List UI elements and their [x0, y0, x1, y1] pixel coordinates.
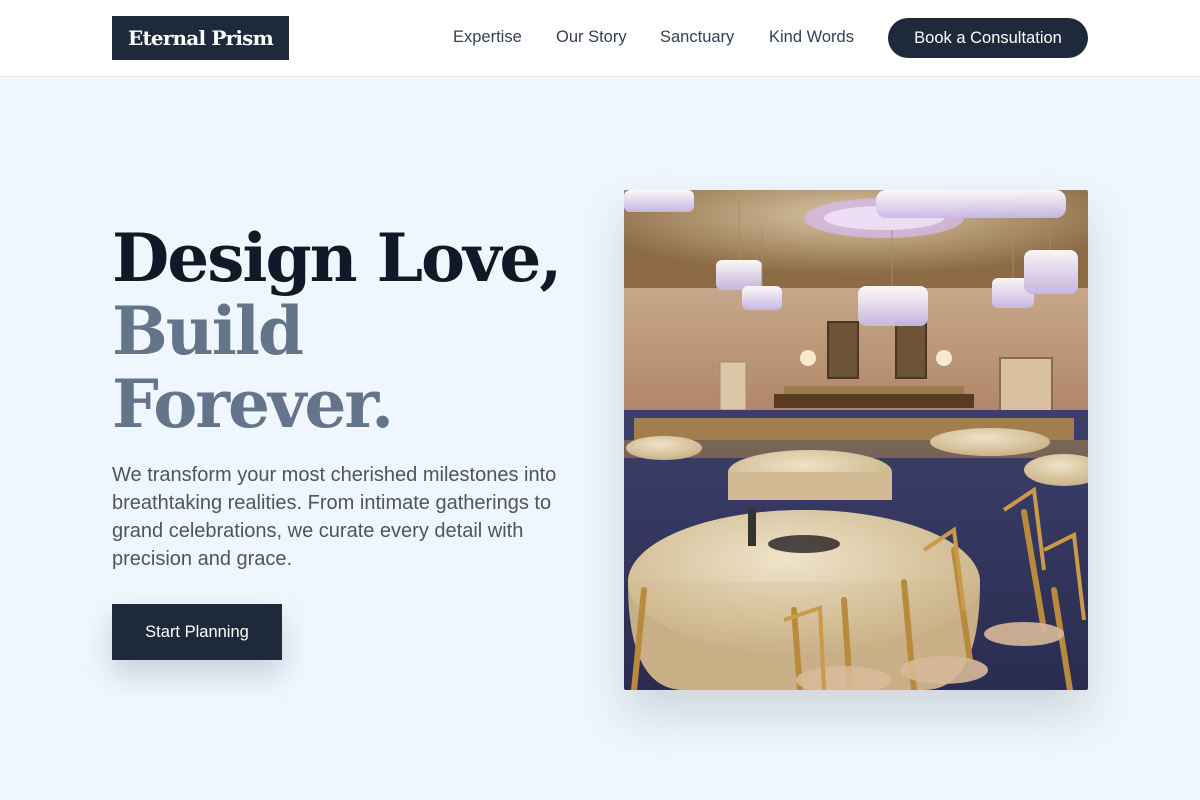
banquet-hall-illustration: [624, 190, 1088, 690]
nav-link-our-story[interactable]: Our Story: [556, 26, 627, 48]
nav-link-kind-words[interactable]: Kind Words: [769, 26, 854, 48]
site-header: Eternal Prism Expertise Our Story Sanctu…: [0, 0, 1200, 77]
nav-link-expertise[interactable]: Expertise: [453, 26, 522, 48]
headline-line-1: Design Love,: [112, 219, 562, 297]
headline-line-2: Build: [112, 292, 304, 370]
start-planning-button[interactable]: Start Planning: [112, 604, 282, 660]
nav-link-sanctuary[interactable]: Sanctuary: [660, 26, 734, 48]
hero-headline: Design Love, Build Forever.: [112, 219, 562, 443]
brand-logo[interactable]: Eternal Prism: [112, 16, 290, 60]
headline-line-3: Forever.: [112, 365, 394, 443]
hero-description: We transform your most cherished milesto…: [112, 464, 557, 570]
book-consultation-button[interactable]: Book a Consultation: [888, 18, 1088, 58]
banquet-hall-photo: [624, 190, 1088, 690]
